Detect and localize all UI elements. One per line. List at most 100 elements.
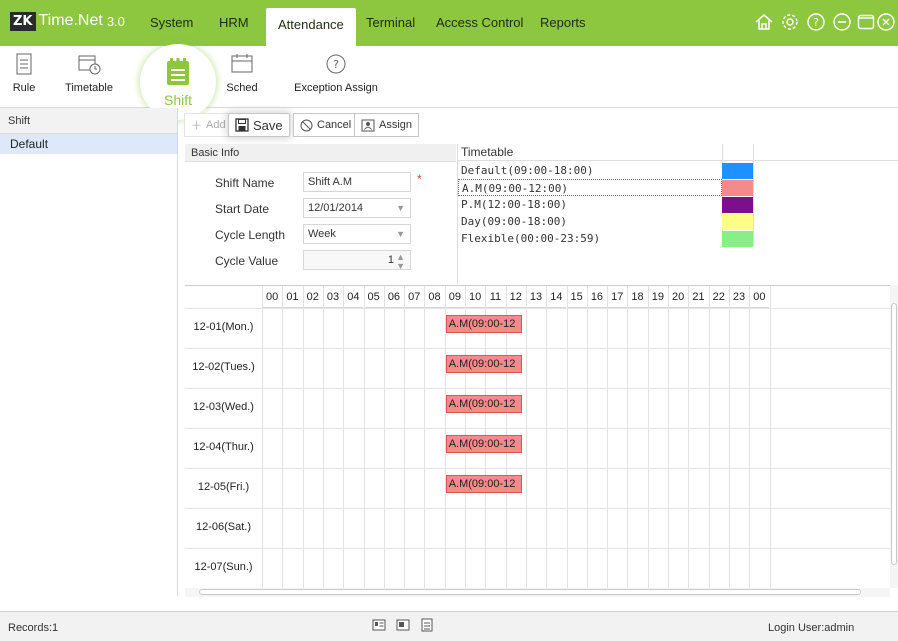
schedule-button[interactable]: Sched [222, 52, 262, 94]
shift-name-label: Shift Name [215, 176, 275, 190]
shift-icon [167, 58, 189, 85]
cycle-length-select[interactable]: Week ▼ [303, 224, 411, 244]
assign-icon [361, 119, 375, 131]
grid-line [647, 286, 649, 588]
day-label: 12-05(Fri.) [197, 481, 250, 493]
close-icon[interactable] [876, 12, 896, 32]
records-count: Records:1 [8, 622, 59, 634]
rule-button[interactable]: Rule [6, 52, 42, 94]
exception-assign-button[interactable]: ? Exception Assign [286, 52, 386, 94]
grid-line [708, 286, 710, 588]
hour-header: 17 [607, 286, 628, 308]
cycle-value-value: 1 [387, 254, 394, 266]
shift-assignment-block[interactable]: A.M(09:00-12 [445, 315, 522, 333]
shift-assignment-block[interactable]: A.M(09:00-12 [445, 395, 522, 413]
hour-header: 07 [404, 286, 425, 308]
timetable-row[interactable]: Default(09:00-18:00) [458, 162, 722, 179]
cycle-length-value: Week [308, 228, 336, 240]
add-button[interactable]: ＋ Add [184, 113, 233, 137]
grid-line [185, 308, 892, 309]
save-button[interactable]: Save [228, 113, 290, 137]
app-logo: ZK Time.Net 3.0 [10, 9, 125, 33]
cancel-label: Cancel [317, 119, 352, 131]
basic-info-header: Basic Info [185, 144, 456, 162]
cancel-button[interactable]: Cancel [293, 113, 359, 137]
document-icon[interactable] [420, 618, 434, 632]
timetable-header-label: Timetable [461, 145, 514, 159]
save-icon [235, 118, 249, 132]
hour-header: 21 [688, 286, 709, 308]
timetable-row[interactable]: P.M(12:00-18:00) [458, 196, 722, 213]
home-icon[interactable] [754, 12, 774, 32]
hour-header: 06 [383, 286, 405, 308]
stepper-arrows-icon[interactable]: ▲ ▼ [396, 253, 405, 271]
help-icon[interactable]: ? [806, 12, 826, 32]
menu-terminal[interactable]: Terminal [354, 0, 427, 46]
timetable-row[interactable]: A.M(09:00-12:00) [458, 179, 722, 196]
id-card-icon[interactable] [372, 618, 386, 632]
start-date-picker[interactable]: 12/01/2014 ▼ [303, 198, 411, 218]
assign-button[interactable]: Assign [354, 113, 420, 137]
dropdown-arrow-icon: ▼ [396, 229, 405, 239]
shift-assignment-block[interactable]: A.M(09:00-12 [445, 355, 522, 373]
hour-header: 12 [505, 286, 526, 308]
hour-header: 23 [728, 286, 750, 308]
timetable-row[interactable]: Day(09:00-18:00) [458, 213, 722, 230]
grid-line [668, 286, 669, 588]
color-swatch [722, 163, 753, 179]
shift-assignment-block[interactable]: A.M(09:00-12 [445, 435, 522, 453]
shift-assignment-block[interactable]: A.M(09:00-12 [445, 475, 522, 493]
grid-line [749, 286, 751, 588]
grid-line [262, 286, 263, 588]
day-label: 12-01(Mon.) [193, 321, 254, 333]
timetable-header: Timetable [458, 144, 898, 161]
color-swatch [722, 231, 753, 247]
horizontal-scrollbar[interactable] [185, 588, 890, 597]
dropdown-arrow-icon: ▼ [396, 203, 405, 213]
grid-line [688, 286, 690, 588]
minimize-icon[interactable] [832, 12, 852, 32]
grid-line [424, 286, 426, 588]
timetable-divider [753, 144, 754, 246]
hour-header: 02 [302, 286, 323, 308]
assign-label: Assign [379, 119, 413, 131]
timetable-row[interactable]: Flexible(00:00-23:59) [458, 230, 722, 247]
cycle-value-stepper[interactable]: 1 ▲ ▼ [303, 250, 411, 271]
scroll-thumb[interactable] [891, 303, 897, 565]
hour-header: 08 [424, 286, 445, 308]
grid-line [728, 286, 730, 588]
hour-header: 16 [586, 286, 608, 308]
menu-access-control[interactable]: Access Control [424, 0, 535, 46]
shift-list-item[interactable]: Default [0, 134, 177, 154]
logo-mark: ZK [10, 11, 36, 31]
hour-header: 10 [465, 286, 486, 308]
hour-header: 20 [668, 286, 689, 308]
menu-system[interactable]: System [138, 0, 205, 46]
start-date-value: 12/01/2014 [308, 202, 364, 214]
timetable-label: Timetable [65, 82, 113, 94]
grid-line [185, 468, 892, 469]
save-label: Save [253, 117, 283, 133]
timetable-button[interactable]: Timetable [58, 52, 120, 94]
maximize-icon[interactable] [856, 12, 876, 32]
grid-line [185, 508, 892, 509]
top-menu-bar: ZK Time.Net 3.0 System HRM Attendance Te… [0, 0, 898, 54]
grid-line [546, 286, 548, 588]
vertical-scrollbar[interactable] [890, 285, 898, 588]
hour-header: 15 [566, 286, 587, 308]
menu-hrm[interactable]: HRM [207, 0, 261, 46]
scroll-thumb[interactable] [199, 589, 861, 595]
svg-text:?: ? [813, 16, 819, 29]
timetable-icon [78, 55, 101, 75]
hour-header: 04 [343, 286, 364, 308]
hour-header: 11 [485, 286, 506, 308]
hour-header: 01 [282, 286, 303, 308]
day-label: 12-07(Sun.) [194, 561, 253, 573]
device-icon[interactable] [396, 618, 410, 632]
shift-name-input[interactable]: Shift A.M [303, 172, 411, 192]
settings-icon[interactable] [780, 12, 800, 32]
hour-header: 00 [749, 286, 770, 308]
grid-line [282, 286, 284, 588]
menu-reports[interactable]: Reports [528, 0, 598, 46]
color-swatch [722, 197, 753, 213]
